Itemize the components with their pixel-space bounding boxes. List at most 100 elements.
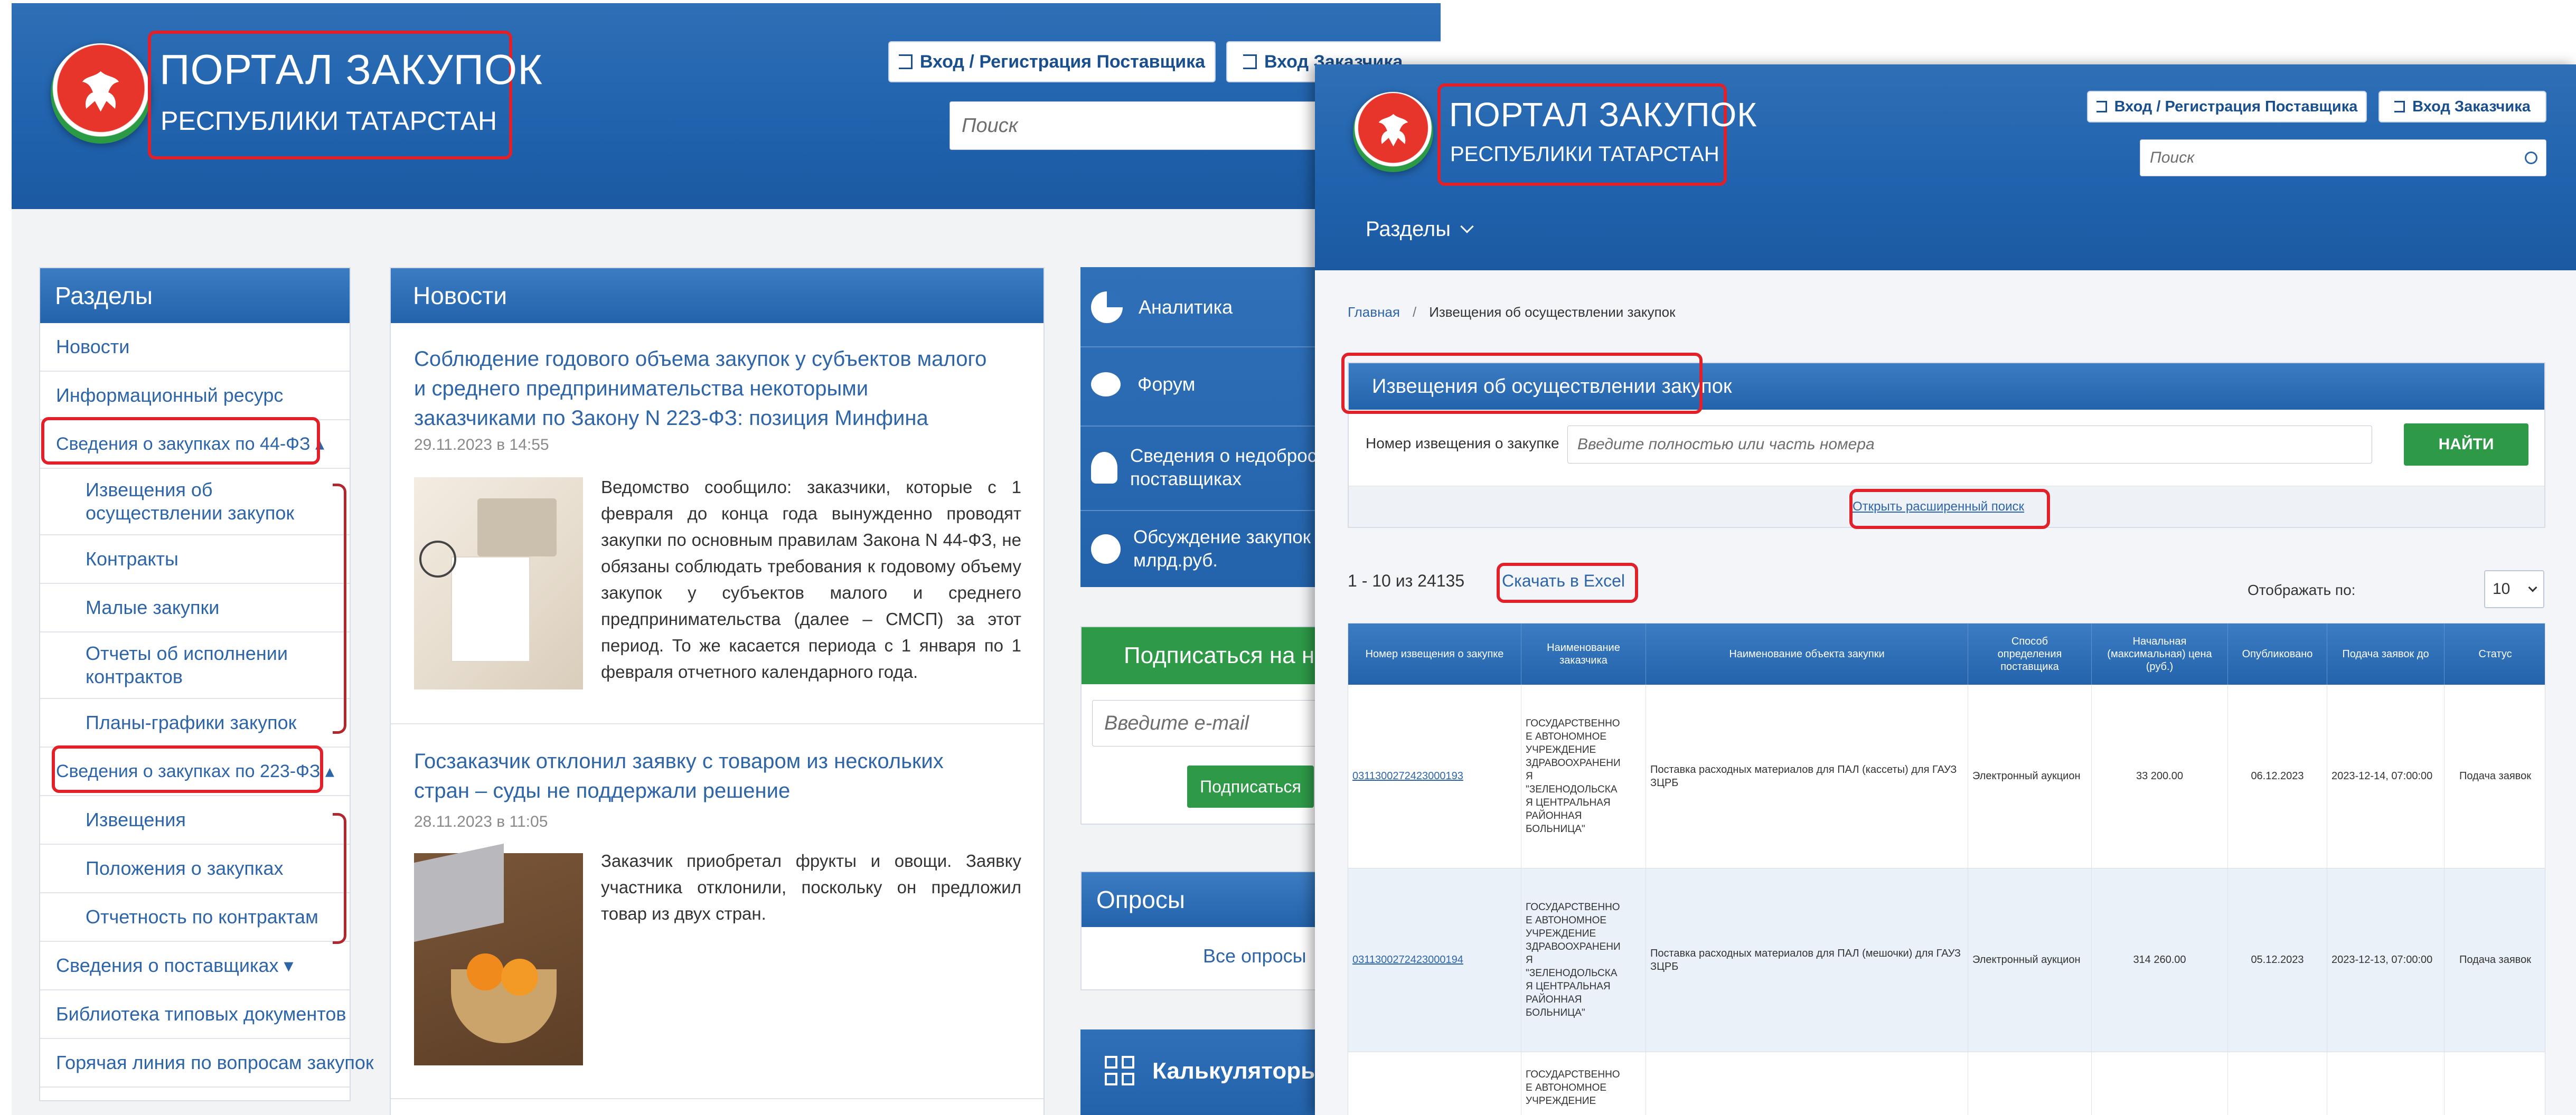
method-cell [1968,1052,2092,1115]
object-cell [1646,1052,1968,1115]
news-image-1[interactable] [414,477,583,689]
sidebar-item-contracts[interactable]: Контракты [40,535,350,584]
breadcrumb-current: Извещения об осуществлении закупок [1429,304,1676,320]
price-cell [2092,1052,2228,1115]
news-date-2: 28.11.2023 в 11:05 [414,813,548,830]
analytics-link[interactable]: Аналитика [1091,281,1233,334]
chevron-down-icon [1460,219,1474,233]
tatarstan-emblem-icon[interactable] [51,43,151,144]
sidebar-item-hotline[interactable]: Горячая линия по вопросам закупок [40,1039,374,1088]
search-input-2[interactable]: Поиск [2140,139,2546,176]
sidebar-item-execution-reports[interactable]: Отчеты об исполнении контрактов [40,632,350,699]
all-polls-link[interactable]: Все опросы [1203,945,1306,967]
deadline-cell [2327,1052,2445,1115]
calculator-icon [1105,1056,1134,1085]
table-row[interactable]: 0311300272423000193 ГОСУДАРСТВЕННО Е АВТ… [1348,685,2545,868]
chevron-down-icon [2528,583,2537,592]
news-text-2: Заказчик приобретал фрукты и овощи. Заяв… [601,851,1021,923]
sidebar-item-small-purchases[interactable]: Малые закупки [40,584,350,632]
portal-title[interactable]: ПОРТАЛ ЗАКУПОК [159,45,543,94]
laptop-shape [477,498,557,556]
sidebar-item-news[interactable]: Новости [40,323,350,372]
laptop-shape [414,843,504,942]
notices-table: Номер извещения о закупке Наименование з… [1348,623,2545,1115]
news-image-2[interactable] [414,843,583,1065]
portal-header-2: ПОРТАЛ ЗАКУПОК РЕСПУБЛИКИ ТАТАРСТАН Вход… [1315,64,2576,270]
login-icon [1243,54,1257,69]
group-icon [1091,534,1121,564]
table-header: Номер извещения о закупке Наименование з… [1348,623,2545,685]
table-row[interactable]: 0311300272423000194 ГОСУДАРСТВЕННО Е АВТ… [1348,868,2545,1052]
notepad-shape [451,556,530,662]
col-header-price[interactable]: Начальная (максимальная) цена (руб.) [2092,623,2228,685]
table-row[interactable]: ГОСУДАРСТВЕННО Е АВТОНОМНОЕ УЧРЕЖДЕНИЕ [1348,1052,2545,1115]
login-icon [2096,101,2107,112]
notice-number-link[interactable]: 0311300272423000193 [1348,685,1521,868]
highlight-44fz [41,417,320,465]
orange-shape [501,959,538,996]
notice-number-link[interactable]: 0311300272423000194 [1348,868,1521,1052]
portal-header: ПОРТАЛ ЗАКУПОК РЕСПУБЛИКИ ТАТАРСТАН Вход… [12,3,1441,209]
portal-subtitle: РЕСПУБЛИКИ ТАТАРСТАН [161,106,497,136]
sections-sidebar: Разделы Новости Информационный ресурс Св… [39,267,374,1101]
breadcrumb-home[interactable]: Главная [1348,304,1400,320]
portal-title-2[interactable]: ПОРТАЛ ЗАКУПОК [1449,95,1757,134]
sidebar-item-regulations[interactable]: Положения о закупках [40,845,350,893]
sidebar-item-schedule-plans[interactable]: Планы-графики закупок [40,699,350,748]
published-cell [2228,1052,2327,1115]
col-header-deadline[interactable]: Подача заявок до [2327,623,2445,685]
notice-number-input[interactable]: Введите полностью или часть номера [1567,426,2372,464]
method-cell: Электронный аукцион [1968,868,2092,1052]
sidebar-title: Разделы [40,268,350,323]
tatarstan-emblem-icon[interactable] [1353,92,1433,172]
per-page-label: Отображать по: [2248,582,2356,598]
login-icon [2394,101,2405,112]
customer-cell: ГОСУДАРСТВЕННО Е АВТОНОМНОЕ УЧРЕЖДЕНИЕ [1521,1052,1646,1115]
notice-number-link[interactable] [1348,1052,1521,1115]
deadline-cell: 2023-12-14, 07:00:00 [2327,685,2445,868]
news-text-1: Ведомство сообщило: заказчики, которые с… [601,477,1021,682]
title-highlight-box [1341,353,1703,414]
news-headline-1[interactable]: Соблюдение годового объема закупок у суб… [414,344,995,433]
user-icon [1091,452,1117,484]
col-header-number[interactable]: Номер извещения о закупке [1348,623,1521,685]
bracket-44fz [333,484,346,734]
notice-number-label: Номер извещения о закупке [1366,435,1559,451]
sidebar-item-suppliers[interactable]: Сведения о поставщиках ▾ [40,942,350,990]
customer-login-button-2[interactable]: Вход Заказчика [2378,91,2546,122]
news-panel: Новости Соблюдение годового объема закуп… [390,267,1045,1115]
supplier-login-button[interactable]: Вход / Регистрация Поставщика [888,41,1216,82]
col-header-method[interactable]: Способ определения поставщика [1968,623,2092,685]
forum-link[interactable]: Форум [1091,358,1195,411]
sidebar-item-info-resource[interactable]: Информационный ресурс [40,372,350,420]
sidebar-item-44fz-notices[interactable]: Извещения об осуществлении закупок [40,469,350,535]
sections-menu[interactable]: Разделы [1366,218,1474,241]
per-page-select[interactable]: 10 [2484,570,2544,608]
advanced-search-highlight [1849,489,2050,529]
status-cell [2445,1052,2545,1115]
news-headline-2[interactable]: Госзаказчик отклонил заявку с товаром из… [414,747,995,806]
col-header-published[interactable]: Опубликовано [2228,623,2327,685]
news-title: Новости [391,268,1043,323]
find-button[interactable]: НАЙТИ [2404,423,2528,466]
news-divider [391,1098,1043,1099]
customer-cell: ГОСУДАРСТВЕННО Е АВТОНОМНОЕ УЧРЕЖДЕНИЕ З… [1521,868,1646,1052]
sidebar-item-223fz-notices[interactable]: Извещения [40,796,350,845]
sidebar-item-doc-library[interactable]: Библиотека типовых документов [40,990,350,1039]
col-header-status[interactable]: Статус [2445,623,2545,685]
subscribe-button[interactable]: Подписаться [1187,766,1314,808]
orange-shape [467,953,504,990]
col-header-object[interactable]: Наименование объекта закупки [1646,623,1968,685]
pie-chart-icon [1091,291,1123,323]
news-date-1: 29.11.2023 в 14:55 [414,436,549,453]
status-cell: Подача заявок [2459,954,2531,966]
sidebar-item-contract-reports[interactable]: Отчетность по контрактам [40,893,350,942]
col-header-customer[interactable]: Наименование заказчика [1521,623,1646,685]
excel-highlight [1497,563,1638,603]
supplier-login-button-2[interactable]: Вход / Регистрация Поставщика [2087,91,2367,122]
object-cell: Поставка расходных материалов для ПАЛ (м… [1646,868,1968,1052]
right-screenshot: ПОРТАЛ ЗАКУПОК РЕСПУБЛИКИ ТАТАРСТАН Вход… [1315,64,2576,1115]
left-screenshot: ПОРТАЛ ЗАКУПОК РЕСПУБЛИКИ ТАТАРСТАН Вход… [12,3,1441,1115]
search-icon[interactable] [2525,152,2537,164]
highlight-223fz [52,745,323,793]
